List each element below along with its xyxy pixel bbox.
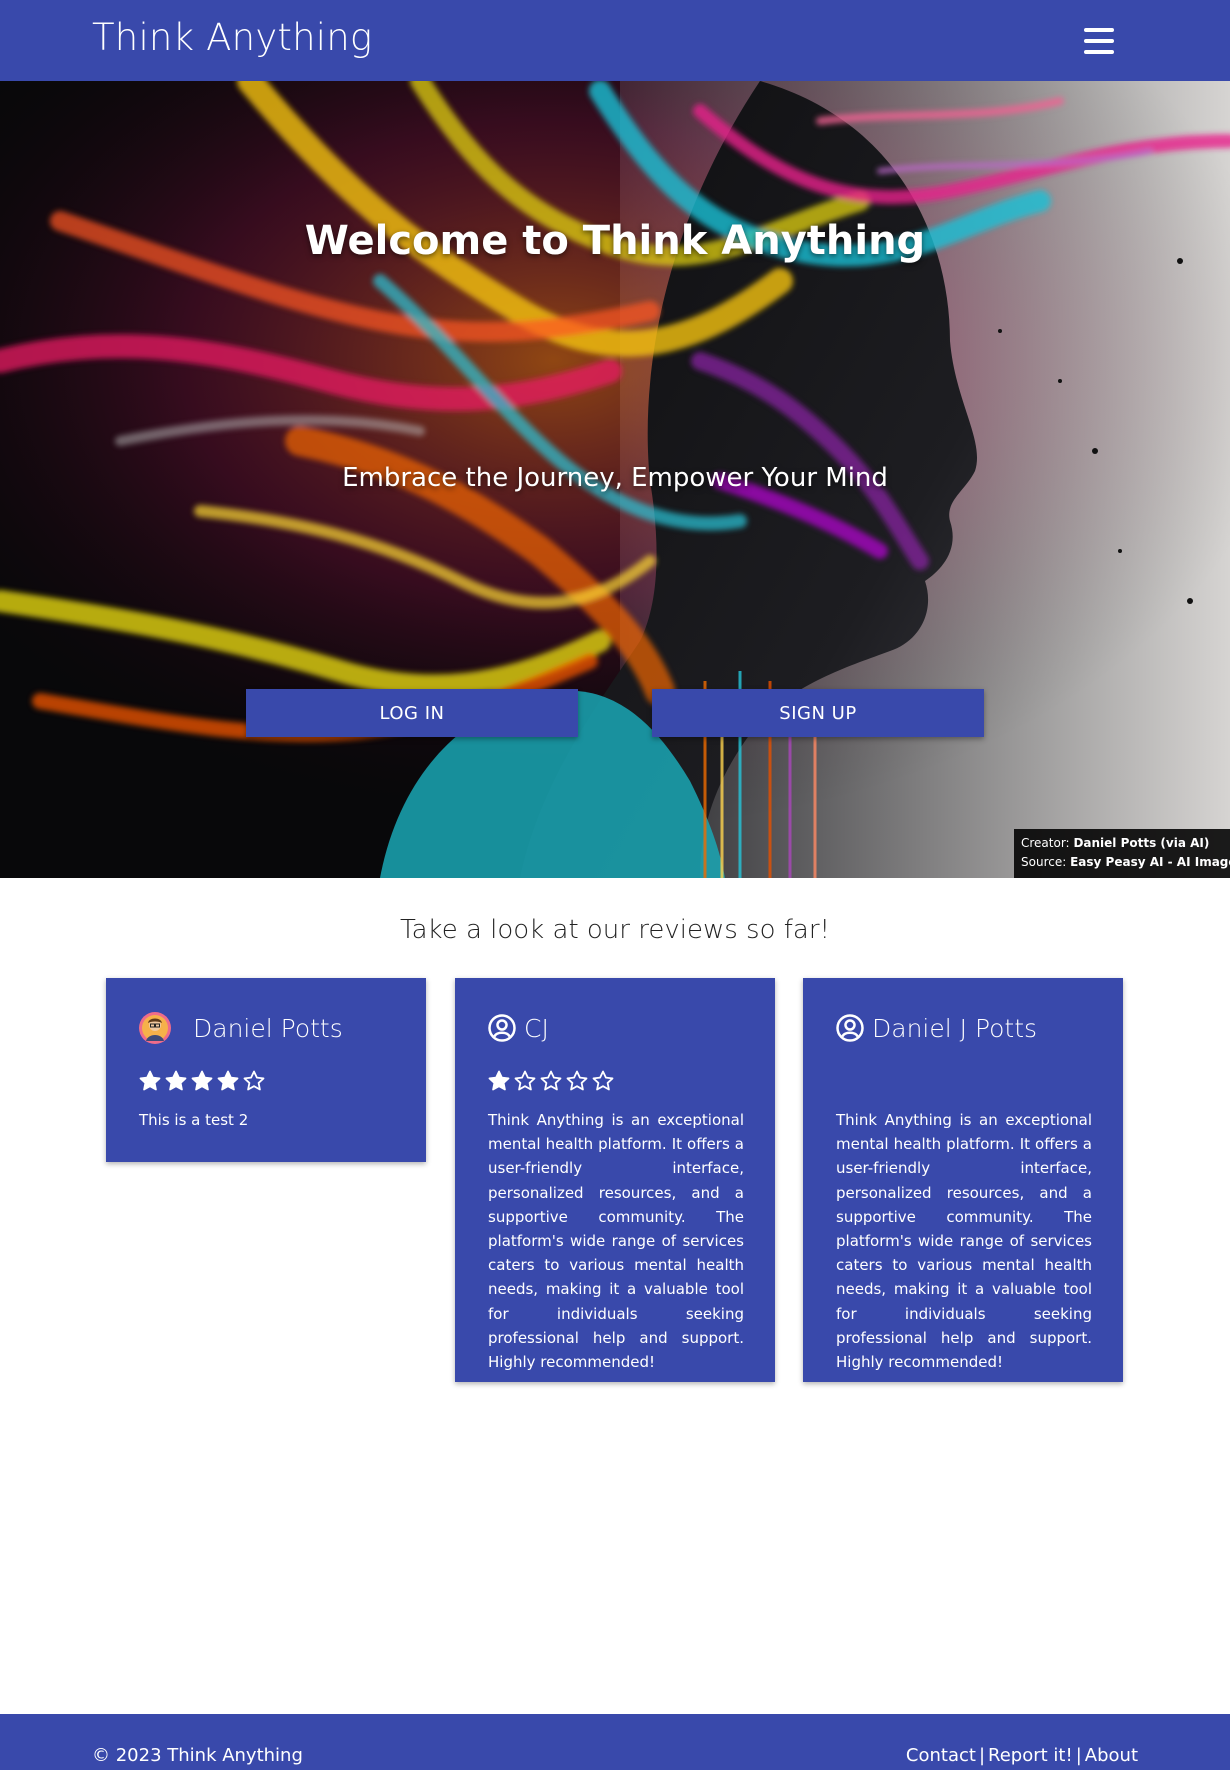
review-card: Daniel Potts This is a test 2 (106, 978, 426, 1162)
link-separator: | (978, 1745, 986, 1766)
review-header: Daniel Potts (139, 1010, 343, 1046)
hero-banner: Welcome to Think Anything Embrace the Jo… (0, 81, 1230, 878)
review-header: Daniel J Potts (836, 1010, 1037, 1046)
hero-title: Welcome to Think Anything (304, 218, 926, 264)
about-link[interactable]: About (1085, 1745, 1138, 1766)
reviews-heading: Take a look at our reviews so far! (400, 915, 830, 945)
star-filled-icon (488, 1070, 510, 1091)
star-rating (488, 1070, 614, 1092)
star-rating (139, 1070, 265, 1092)
user-circle-icon (488, 1014, 516, 1042)
brand-title[interactable]: Think Anything (92, 16, 372, 59)
user-circle-icon (836, 1014, 864, 1042)
star-filled-icon (139, 1070, 161, 1091)
reviewer-name: Daniel J Potts (872, 1013, 1038, 1043)
star-empty-icon (514, 1070, 536, 1091)
star-filled-icon (217, 1070, 239, 1091)
star-empty-icon (540, 1070, 562, 1091)
source-name[interactable]: Easy Peasy AI - AI Images (1070, 855, 1230, 869)
hero-subtitle: Embrace the Journey, Empower Your Mind (342, 463, 888, 493)
link-separator: | (1075, 1745, 1082, 1766)
footer: © 2023 Think Anything Contact | Report it!… (0, 1714, 1230, 1770)
star-empty-icon (566, 1070, 588, 1091)
star-filled-icon (191, 1070, 213, 1091)
review-header: CJ (488, 1010, 549, 1046)
reviewer-name: CJ (524, 1013, 549, 1043)
image-credit: Creator: Daniel Potts (via AI) Source: E… (1014, 829, 1230, 878)
review-text: Think Anything is an exceptional mental … (836, 1111, 1092, 1372)
star-empty-icon (243, 1070, 265, 1091)
navbar: Think Anything (0, 0, 1230, 81)
login-button[interactable]: LOG IN (246, 689, 578, 737)
creator-label: Creator: (1021, 836, 1070, 850)
signup-button[interactable]: SIGN UP (652, 689, 984, 737)
review-text: This is a test 2 (139, 1111, 249, 1129)
star-filled-icon (165, 1070, 187, 1091)
source-label: Source: (1021, 855, 1067, 869)
review-card: CJ Think Anything is an exceptional ment… (455, 978, 775, 1382)
star-empty-icon (592, 1070, 614, 1091)
avatar-image (139, 1012, 171, 1044)
copyright-text: © 2023 Think Anything (92, 1745, 303, 1766)
reviewer-name: Daniel Potts (193, 1013, 343, 1043)
hamburger-menu-icon[interactable] (1084, 28, 1114, 54)
contact-link[interactable]: Contact (906, 1745, 976, 1766)
creator-name[interactable]: Daniel Potts (via AI) (1073, 836, 1209, 850)
footer-links: Contact | Report it! | About (906, 1745, 1138, 1766)
report-link[interactable]: Report it! (988, 1745, 1073, 1766)
review-card: Daniel J Potts Think Anything is an exce… (803, 978, 1123, 1382)
review-text: Think Anything is an exceptional mental … (488, 1111, 744, 1372)
